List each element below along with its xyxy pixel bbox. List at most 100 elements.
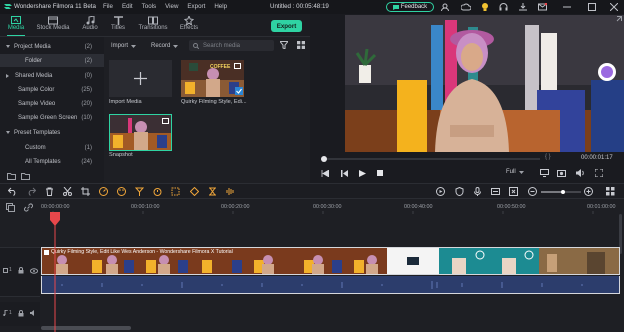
- keyframe-icon[interactable]: [135, 187, 144, 196]
- camera-snapshot-icon[interactable]: [557, 169, 566, 177]
- import-media-tile[interactable]: [109, 60, 172, 97]
- library-item-label: Sample Color: [18, 86, 55, 93]
- library-item-shared-media[interactable]: Shared Media (0): [0, 69, 104, 82]
- library-item-sample-video[interactable]: Sample Video (20): [0, 97, 104, 110]
- timeline-playhead[interactable]: [48, 212, 62, 332]
- record-dropdown[interactable]: Record: [151, 41, 179, 51]
- delete-icon[interactable]: [45, 187, 54, 196]
- zoom-slider[interactable]: [541, 190, 581, 194]
- quality-dropdown[interactable]: Full: [506, 169, 524, 175]
- tab-label: Media: [7, 25, 25, 31]
- library-item-sample-color[interactable]: Sample Color (25): [0, 83, 104, 96]
- library-item-sample-green-screen[interactable]: Sample Green Screen (10): [0, 111, 104, 124]
- library-item-custom[interactable]: Custom (1): [0, 141, 104, 154]
- close-icon[interactable]: [610, 3, 618, 11]
- library-item-count: (24): [81, 158, 92, 165]
- ruler-label: 00:00:50:00: [497, 204, 526, 210]
- timeline-ruler[interactable]: 00:00:00:00 00:00:10:00 00:00:20:00 00:0…: [0, 198, 624, 215]
- media-caption: Quirky Filming Style, Edi...: [181, 99, 247, 105]
- library-item-project-media[interactable]: Project Media (2): [0, 40, 104, 53]
- microphone-icon[interactable]: [473, 187, 482, 196]
- grid-menu-icon[interactable]: [606, 187, 615, 196]
- library-item-all-templates[interactable]: All Templates (24): [0, 155, 104, 168]
- zoom-in-icon[interactable]: [584, 187, 593, 196]
- pop-out-icon[interactable]: [615, 16, 622, 23]
- audio-clip[interactable]: [41, 276, 620, 294]
- media-item-snapshot[interactable]: [109, 114, 172, 151]
- cloud-icon[interactable]: [461, 3, 471, 11]
- menu-edit[interactable]: Edit: [122, 3, 133, 10]
- feedback-button[interactable]: Feedback: [386, 2, 434, 12]
- motion-tracking-icon[interactable]: [190, 187, 199, 196]
- playback-progress-bar[interactable]: [320, 155, 610, 163]
- tab-transitions[interactable]: Transitions: [136, 14, 170, 36]
- export-button[interactable]: Export: [271, 20, 302, 32]
- account-icon[interactable]: [441, 3, 449, 11]
- mail-icon[interactable]: [538, 3, 547, 11]
- mark-in-out-brackets[interactable]: { }: [545, 154, 551, 160]
- menu-file[interactable]: File: [103, 3, 113, 10]
- library-item-preset-templates[interactable]: Preset Templates: [0, 126, 104, 139]
- search-input[interactable]: Search media: [189, 40, 274, 51]
- video-preview-frame[interactable]: [345, 15, 624, 152]
- render-icon[interactable]: [436, 187, 445, 196]
- video-clip[interactable]: Quirky Filming Style, Edit Like Wes Ande…: [41, 247, 620, 275]
- crop-icon[interactable]: [81, 187, 90, 196]
- filter-icon[interactable]: [280, 41, 288, 49]
- menu-export[interactable]: Export: [187, 3, 205, 10]
- tab-stock-media[interactable]: Stock Media: [36, 14, 70, 36]
- tab-media[interactable]: Media: [2, 14, 30, 36]
- headset-icon[interactable]: [499, 3, 508, 11]
- media-item-quirky-clip[interactable]: COFFEE: [181, 60, 244, 97]
- library-item-count: (1): [84, 144, 92, 151]
- undo-icon[interactable]: [8, 187, 17, 196]
- add-track-icon[interactable]: [6, 203, 15, 212]
- voiceover-icon[interactable]: [491, 187, 500, 196]
- menu-tools[interactable]: Tools: [142, 3, 156, 10]
- stop-icon[interactable]: [377, 170, 384, 177]
- folder-icon[interactable]: [21, 172, 30, 180]
- grid-view-icon[interactable]: [297, 41, 305, 49]
- stabilize-icon[interactable]: [171, 187, 180, 196]
- previous-frame-icon[interactable]: [321, 170, 329, 177]
- tab-effects[interactable]: Effects: [175, 14, 203, 36]
- color-palette-icon[interactable]: [117, 187, 126, 196]
- volume-icon[interactable]: [576, 169, 585, 177]
- speed-icon[interactable]: [99, 187, 108, 196]
- lock-icon[interactable]: [18, 267, 24, 274]
- play-icon[interactable]: [359, 170, 366, 177]
- tab-audio[interactable]: Audio: [76, 14, 104, 36]
- speaker-icon[interactable]: [30, 310, 37, 316]
- import-dropdown[interactable]: Import: [111, 41, 137, 51]
- tab-titles[interactable]: Titles: [104, 14, 132, 36]
- menu-help[interactable]: Help: [214, 3, 227, 10]
- audio-adjust-icon[interactable]: [226, 187, 235, 196]
- new-folder-icon[interactable]: [7, 172, 16, 180]
- lightbulb-icon[interactable]: [481, 2, 489, 12]
- step-back-icon[interactable]: [340, 170, 348, 177]
- fullscreen-icon[interactable]: [595, 169, 603, 177]
- split-icon[interactable]: [63, 187, 72, 196]
- redo-icon[interactable]: [27, 187, 36, 196]
- chevron-down-icon: [518, 170, 524, 174]
- zoom-fit-icon[interactable]: [509, 187, 518, 196]
- video-track-header: 1: [0, 247, 40, 297]
- shield-icon[interactable]: [455, 187, 464, 196]
- monitor-icon[interactable]: [540, 169, 549, 177]
- minimize-icon[interactable]: [563, 3, 571, 11]
- media-icon: [11, 16, 21, 24]
- link-icon[interactable]: [24, 203, 33, 212]
- playhead-handle: [321, 156, 327, 162]
- download-icon[interactable]: [519, 3, 527, 11]
- green-screen-icon[interactable]: [208, 187, 217, 196]
- menu-view[interactable]: View: [165, 3, 178, 10]
- timer-icon[interactable]: [153, 187, 162, 196]
- lock-icon[interactable]: [18, 310, 24, 317]
- caret-down-icon: [6, 131, 10, 134]
- maximize-icon[interactable]: [588, 3, 596, 11]
- eye-icon[interactable]: [30, 268, 38, 274]
- library-item-folder[interactable]: Folder (2): [0, 54, 104, 67]
- zoom-out-icon[interactable]: [528, 187, 537, 196]
- audio-waveform: [61, 281, 583, 289]
- ruler-label: 00:00:40:00: [404, 204, 433, 210]
